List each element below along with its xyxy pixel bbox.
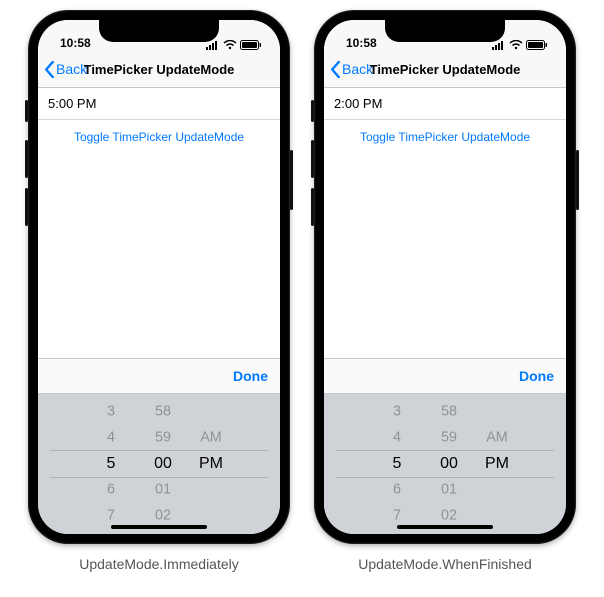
mute-switch	[311, 100, 314, 122]
picker-item-selected: PM	[189, 451, 233, 477]
picker-item: 2	[90, 394, 132, 396]
wifi-icon	[509, 40, 523, 50]
notch	[99, 20, 219, 42]
picker-item-selected: 5	[371, 451, 423, 477]
picker-item: 8	[376, 532, 418, 534]
volume-up	[25, 140, 28, 178]
picker-item: 4	[88, 426, 135, 449]
notch	[385, 20, 505, 42]
picker-hour-column[interactable]: 2 3 4 5 6 7 8	[85, 394, 137, 534]
back-label: Back	[56, 61, 87, 77]
picker-item: 4	[374, 426, 421, 449]
picker-item: 59	[140, 426, 187, 449]
chevron-left-icon	[330, 61, 341, 78]
picker-item: 01	[140, 478, 187, 501]
picker-item	[477, 478, 517, 501]
picker-item	[191, 400, 231, 423]
picker-minute-column[interactable]: 57 58 59 00 01 02 03	[137, 394, 189, 534]
volume-down	[25, 188, 28, 226]
toggle-updatemode-button[interactable]: Toggle TimePicker UpdateMode	[74, 130, 244, 144]
picker-minute-column[interactable]: 57 58 59 00 01 02 03	[423, 394, 475, 534]
content-area	[324, 156, 566, 358]
toggle-updatemode-button[interactable]: Toggle TimePicker UpdateMode	[360, 130, 530, 144]
picker-item: 58	[426, 400, 473, 423]
picker-item	[191, 478, 231, 501]
content-area	[38, 156, 280, 358]
picker-item: 8	[90, 532, 132, 534]
done-button[interactable]: Done	[233, 368, 268, 384]
home-indicator[interactable]	[397, 525, 493, 529]
picker-ampm-column[interactable]: AM PM	[189, 394, 233, 534]
input-accessory-bar: Done	[38, 358, 280, 394]
picker-item: 6	[374, 478, 421, 501]
home-indicator[interactable]	[111, 525, 207, 529]
battery-icon	[526, 40, 548, 50]
volume-down	[311, 188, 314, 226]
picker-item: 57	[142, 394, 184, 396]
status-time: 10:58	[60, 36, 91, 50]
input-accessory-bar: Done	[324, 358, 566, 394]
picker-item: 01	[426, 478, 473, 501]
picker-item: 6	[88, 478, 135, 501]
picker-item: AM	[191, 426, 231, 449]
picker-item	[477, 400, 517, 423]
picker-item: 58	[140, 400, 187, 423]
back-button[interactable]: Back	[330, 61, 373, 78]
time-field[interactable]: 5:00 PM	[38, 88, 280, 120]
phone-right: 10:58	[314, 10, 576, 544]
picker-item: 59	[426, 426, 473, 449]
chevron-left-icon	[44, 61, 55, 78]
volume-up	[311, 140, 314, 178]
back-button[interactable]: Back	[44, 61, 87, 78]
phone-left: 10:58	[28, 10, 290, 544]
picker-item: 2	[376, 394, 418, 396]
status-time: 10:58	[346, 36, 377, 50]
picker-item: 3	[374, 400, 421, 423]
picker-item-selected: 00	[137, 451, 189, 477]
picker-item-selected: PM	[475, 451, 519, 477]
picker-hour-column[interactable]: 2 3 4 5 6 7 8	[371, 394, 423, 534]
picker-item	[479, 394, 514, 396]
picker-item: 03	[428, 532, 470, 534]
picker-item	[479, 532, 514, 534]
side-button	[576, 150, 579, 210]
battery-icon	[240, 40, 262, 50]
time-picker[interactable]: 2 3 4 5 6 7 8 57 58 59	[38, 394, 280, 534]
caption-right: UpdateMode.WhenFinished	[358, 556, 532, 572]
time-picker[interactable]: 2 3 4 5 6 7 8 57 58 59	[324, 394, 566, 534]
caption-left: UpdateMode.Immediately	[79, 556, 239, 572]
picker-item	[193, 394, 228, 396]
mute-switch	[25, 100, 28, 122]
wifi-icon	[223, 40, 237, 50]
done-button[interactable]: Done	[519, 368, 554, 384]
side-button	[290, 150, 293, 210]
picker-item: AM	[477, 426, 517, 449]
picker-item: 3	[88, 400, 135, 423]
picker-item: 03	[142, 532, 184, 534]
picker-item-selected: 5	[85, 451, 137, 477]
picker-item-selected: 00	[423, 451, 475, 477]
time-field[interactable]: 2:00 PM	[324, 88, 566, 120]
nav-bar: Back TimePicker UpdateMode	[324, 51, 566, 88]
picker-item: 57	[428, 394, 470, 396]
picker-item	[193, 532, 228, 534]
picker-ampm-column[interactable]: AM PM	[475, 394, 519, 534]
nav-bar: Back TimePicker UpdateMode	[38, 51, 280, 88]
back-label: Back	[342, 61, 373, 77]
